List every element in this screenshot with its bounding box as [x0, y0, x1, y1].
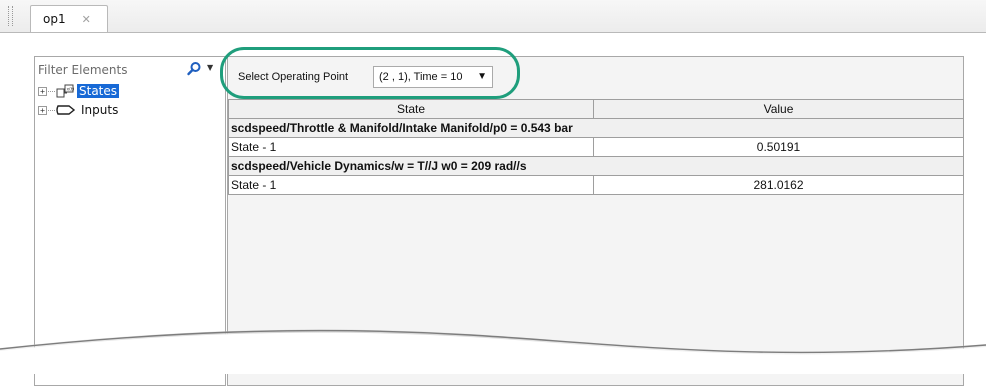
table-header-row: State Value: [228, 99, 964, 119]
toolbar-grip[interactable]: [8, 6, 13, 26]
tree-label-inputs: Inputs: [81, 103, 119, 117]
select-operating-point-label: Select Operating Point: [238, 71, 349, 83]
state-name-cell: State - 1: [228, 137, 594, 157]
column-header-value[interactable]: Value: [593, 99, 964, 119]
table-row[interactable]: State - 1 0.50191: [228, 137, 964, 157]
states-icon: x(t): [56, 84, 75, 98]
column-header-state[interactable]: State: [228, 99, 594, 119]
tree-label-states: States: [77, 84, 120, 98]
search-icon[interactable]: [186, 61, 202, 77]
group-row: scdspeed/Throttle & Manifold/Intake Mani…: [228, 118, 964, 138]
chevron-down-icon[interactable]: ▼: [477, 71, 487, 82]
torn-edge: [0, 329, 986, 374]
tab-op1[interactable]: op1 ✕: [30, 5, 108, 32]
tree-item-states[interactable]: + x(t) States: [38, 83, 120, 99]
svg-text:x(t): x(t): [67, 87, 75, 93]
state-value-cell[interactable]: 281.0162: [593, 175, 964, 195]
operating-point-select[interactable]: (2 , 1), Time = 10 ▼: [373, 66, 493, 88]
group-title: scdspeed/Vehicle Dynamics/w = T//J w0 = …: [228, 156, 964, 176]
group-row: scdspeed/Vehicle Dynamics/w = T//J w0 = …: [228, 156, 964, 176]
tab-label: op1: [43, 12, 66, 26]
filter-input[interactable]: [38, 63, 178, 77]
op-toolbar: Select Operating Point (2 , 1), Time = 1…: [220, 47, 963, 99]
group-title: scdspeed/Throttle & Manifold/Intake Mani…: [228, 118, 964, 138]
tab-strip: op1 ✕: [0, 0, 986, 33]
state-value-cell[interactable]: 0.50191: [593, 137, 964, 157]
close-icon[interactable]: ✕: [82, 13, 91, 26]
state-name-cell: State - 1: [228, 175, 594, 195]
operating-point-value: (2 , 1), Time = 10: [379, 71, 463, 83]
states-table: State Value scdspeed/Throttle & Manifold…: [228, 99, 964, 195]
expand-icon[interactable]: +: [38, 86, 47, 96]
expand-icon[interactable]: +: [38, 105, 47, 115]
chevron-down-icon[interactable]: ▼: [207, 63, 213, 72]
tree-item-inputs[interactable]: + Inputs: [38, 102, 120, 118]
table-row[interactable]: State - 1 281.0162: [228, 175, 964, 195]
inputs-icon: [56, 105, 76, 115]
filter-row: ▼: [35, 57, 225, 83]
